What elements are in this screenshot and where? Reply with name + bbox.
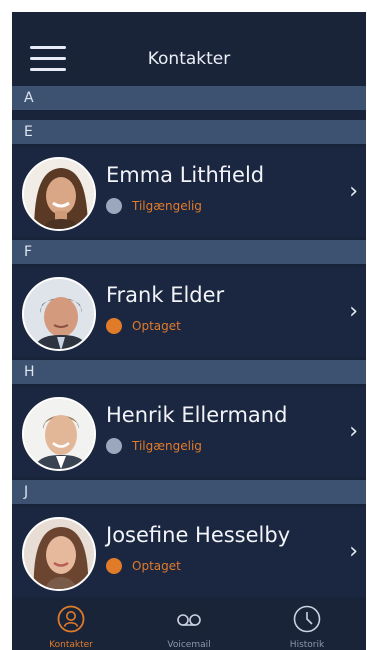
status-label: Tilgængelig bbox=[132, 439, 202, 453]
section-header-j: J bbox=[12, 480, 366, 504]
status-dot bbox=[106, 438, 122, 454]
chevron-right-icon: › bbox=[349, 419, 358, 444]
section-header-e: E bbox=[12, 120, 366, 144]
page-title: Kontakter bbox=[147, 49, 231, 69]
avatar bbox=[22, 157, 96, 231]
contact-row-henrik[interactable]: Henrik Ellermand Tilgængelig › bbox=[12, 387, 366, 477]
contact-name: Frank Elder bbox=[106, 283, 225, 307]
top-bar: Kontakter bbox=[12, 12, 366, 86]
status-indicator: Tilgængelig bbox=[106, 437, 202, 455]
person-icon bbox=[57, 605, 85, 633]
contact-row-frank[interactable]: Frank Elder Optaget › bbox=[12, 267, 366, 357]
contact-name: Emma Lithfield bbox=[106, 163, 265, 187]
tab-voicemail[interactable]: Voicemail bbox=[130, 600, 248, 650]
status-indicator: Tilgængelig bbox=[106, 197, 202, 215]
section-header-f: F bbox=[12, 240, 366, 264]
section-header-h: H bbox=[12, 360, 366, 384]
contact-name: Josefine Hesselby bbox=[106, 523, 291, 547]
status-dot bbox=[106, 318, 122, 334]
status-indicator: Optaget bbox=[106, 557, 181, 575]
app-screen: Kontakter A E Emma Lithfield Tilgængelig… bbox=[12, 12, 366, 650]
contact-name: Henrik Ellermand bbox=[106, 403, 288, 427]
avatar bbox=[22, 517, 96, 591]
tab-kontakter[interactable]: Kontakter bbox=[12, 600, 130, 650]
clock-icon bbox=[293, 605, 321, 633]
chevron-right-icon: › bbox=[349, 539, 358, 564]
avatar bbox=[22, 277, 96, 351]
contact-row-josefine[interactable]: Josefine Hesselby Optaget › bbox=[12, 507, 366, 597]
status-dot bbox=[106, 198, 122, 214]
tab-label: Voicemail bbox=[167, 640, 211, 650]
voicemail-icon bbox=[177, 614, 201, 626]
chevron-right-icon: › bbox=[349, 299, 358, 324]
status-dot bbox=[106, 558, 122, 574]
status-label: Optaget bbox=[132, 319, 181, 333]
status-indicator: Optaget bbox=[106, 317, 181, 335]
status-label: Tilgængelig bbox=[132, 199, 202, 213]
tab-label: Kontakter bbox=[49, 640, 93, 650]
contact-row-emma[interactable]: Emma Lithfield Tilgængelig › bbox=[12, 147, 366, 237]
avatar bbox=[22, 397, 96, 471]
tab-bar: Kontakter Voicemail Historik bbox=[12, 600, 366, 650]
tab-historik[interactable]: Historik bbox=[248, 600, 366, 650]
tab-label: Historik bbox=[289, 640, 325, 650]
chevron-right-icon: › bbox=[349, 179, 358, 204]
status-label: Optaget bbox=[132, 559, 181, 573]
section-header-a: A bbox=[12, 86, 366, 110]
